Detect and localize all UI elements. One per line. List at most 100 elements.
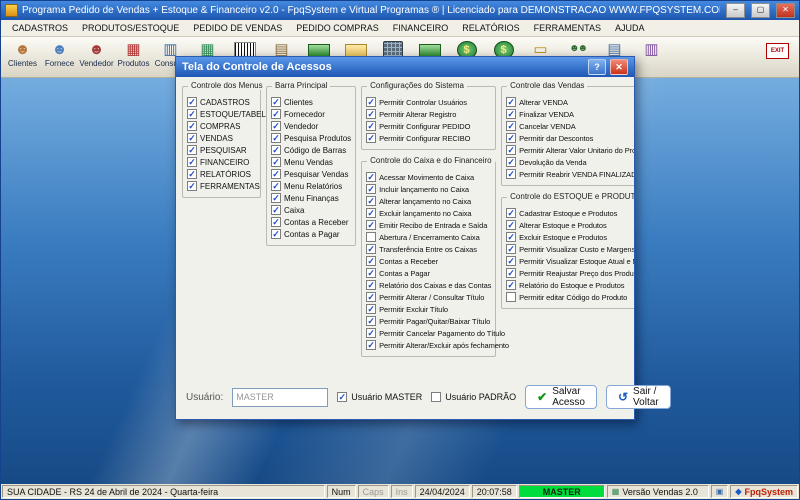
- checkbox-abertura-encerramento-caixa[interactable]: Abertura / Encerramento Caixa: [366, 232, 491, 242]
- checkbox-pesquisar[interactable]: ✓ PESQUISAR: [187, 145, 256, 155]
- clientes-icon: ☻: [14, 40, 31, 58]
- help-button[interactable]: ?: [588, 59, 606, 75]
- checkbox-financeiro[interactable]: ✓ FINANCEIRO: [187, 157, 256, 167]
- checkbox-permitir-configurar-recibo[interactable]: ✓ Permitir Configurar RECIBO: [366, 133, 491, 143]
- user-input[interactable]: [232, 387, 329, 407]
- toolbar-dinheiro[interactable]: [302, 39, 335, 57]
- checkbox-alterar-lancamento-no-caixa[interactable]: ✓ Alterar lançamento no Caixa: [366, 196, 491, 206]
- checkbox-box: ✓: [506, 231, 517, 242]
- checkbox-label: Permitir editar Código do Produto: [519, 292, 628, 302]
- checkbox-devolucao-da-venda[interactable]: ✓ Devolução da Venda: [506, 157, 634, 167]
- menu-pedido-de-vendas[interactable]: PEDIDO DE VENDAS: [186, 22, 289, 34]
- checkbox-box: ✓: [366, 339, 377, 350]
- checkbox-transferencia-entre-os-caixas[interactable]: ✓ Transferência Entre os Caixas: [366, 244, 491, 254]
- checkbox-label: Permitir Visualizar Estoque Atual e Mini…: [519, 256, 634, 266]
- toolbar-fornecedor[interactable]: ☻ Fornece: [43, 39, 76, 69]
- status-version-label: Versão Vendas 2.0: [622, 486, 698, 497]
- checkbox-cadastros[interactable]: ✓ CADASTROS: [187, 97, 256, 107]
- checkbox-finalizar-venda[interactable]: ✓ Finalizar VENDA: [506, 109, 634, 119]
- checkbox-caixa[interactable]: ✓ Caixa: [271, 205, 351, 215]
- checkbox-box: ✓: [506, 219, 517, 230]
- checkbox-permitir-reajustar-preco-dos-produtos[interactable]: ✓ Permitir Reajustar Preço dos Produtos: [506, 268, 634, 278]
- checkbox-codigo-de-barras[interactable]: ✓ Código de Barras: [271, 145, 351, 155]
- checkbox-permitir-controlar-usuarios[interactable]: ✓ Permitir Controlar Usuários: [366, 97, 491, 107]
- checkbox-vendedor[interactable]: ✓ Vendedor: [271, 121, 351, 131]
- checkbox-excluir-lancamento-no-caixa[interactable]: ✓ Excluir lançamento no Caixa: [366, 208, 491, 218]
- save-access-button[interactable]: ✔ Salvar Acesso: [525, 385, 597, 409]
- checkbox-pesquisa-produtos[interactable]: ✓ Pesquisa Produtos: [271, 133, 351, 143]
- checkbox-relatorio-do-estoque-e-produtos[interactable]: ✓ Relatório do Estoque e Produtos: [506, 280, 634, 290]
- checkbox-usuario-master[interactable]: ✓ Usuário MASTER: [337, 392, 422, 402]
- checkbox-excluir-estoque-e-produtos[interactable]: ✓ Excluir Estoque e Produtos: [506, 232, 634, 242]
- checkbox-alterar-estoque-e-produtos[interactable]: ✓ Alterar Estoque e Produtos: [506, 220, 634, 230]
- checkbox-pesquisar-vendas[interactable]: ✓ Pesquisar Vendas: [271, 169, 351, 179]
- checkbox-permitir-configurar-pedido[interactable]: ✓ Permitir Configurar PEDIDO: [366, 121, 491, 131]
- checkbox-permitir-editar-codigo-do-produto[interactable]: Permitir editar Código do Produto: [506, 292, 634, 302]
- checkbox-label: Permitir Cancelar Pagamento do Título: [379, 328, 505, 338]
- checkbox-contas-a-pagar[interactable]: ✓ Contas a Pagar: [271, 229, 351, 239]
- checkbox-alterar-venda[interactable]: ✓ Alterar VENDA: [506, 97, 634, 107]
- checkbox-incluir-lancamento-no-caixa[interactable]: ✓ Incluir lançamento no Caixa: [366, 184, 491, 194]
- checkbox-estoque-tabelas[interactable]: ✓ ESTOQUE/TABELAS: [187, 109, 277, 119]
- checkbox-clientes[interactable]: ✓ Clientes: [271, 97, 351, 107]
- checkbox-relatorio-dos-caixas-e-das-contas[interactable]: ✓ Relatório dos Caixas e das Contas: [366, 280, 491, 290]
- minimize-button[interactable]: –: [726, 3, 745, 18]
- menu-relatorios[interactable]: RELATÓRIOS: [455, 22, 526, 34]
- menu-ajuda[interactable]: AJUDA: [608, 22, 652, 34]
- checkbox-box: ✓: [366, 207, 377, 218]
- checkbox-permitir-cancelar-pagamento-do-titulo[interactable]: ✓ Permitir Cancelar Pagamento do Título: [366, 328, 505, 338]
- menu-ferramentas[interactable]: FERRAMENTAS: [527, 22, 608, 34]
- column-sistema-caixa: Configurações do Sistema ✓ Permitir Contro…: [361, 81, 509, 379]
- checkbox-contas-a-receber[interactable]: ✓ Contas a Receber: [366, 256, 491, 266]
- checkbox-usuario-padrao[interactable]: Usuário PADRÃO: [431, 392, 516, 402]
- dialog-close-button[interactable]: ✕: [610, 59, 628, 75]
- exit-button[interactable]: ↺ Sair / Voltar: [605, 385, 671, 409]
- checkbox-fornecedor[interactable]: ✓ Fornecedor: [271, 109, 351, 119]
- dialog-titlebar[interactable]: Tela do Controle de Acessos ? ✕: [176, 57, 634, 77]
- maximize-button[interactable]: ▢: [751, 3, 770, 18]
- checkbox-emitir-recibo-de-entrada-e-saida[interactable]: ✓ Emitir Recibo de Entrada e Saída: [366, 220, 491, 230]
- checkbox-vendas[interactable]: ✓ VENDAS: [187, 133, 256, 143]
- group-controle-das-vendas: Controle das Vendas ✓ Alterar VENDA ✓ Finali…: [501, 81, 634, 186]
- menu-financeiro[interactable]: FINANCEIRO: [386, 22, 456, 34]
- checkbox-contas-a-pagar[interactable]: ✓ Contas a Pagar: [366, 268, 491, 278]
- toolbar-vendedor[interactable]: ☻ Vendedor: [79, 39, 113, 69]
- checkbox-box: ✓: [187, 156, 197, 167]
- checkbox-permitir-excluir-titulo[interactable]: ✓ Permitir Excluir Título: [366, 304, 491, 314]
- checkbox-permitir-dar-descontos[interactable]: ✓ Permitir dar Descontos: [506, 133, 634, 143]
- toolbar-relatorios[interactable]: ▥: [635, 39, 668, 59]
- checkbox-cancelar-venda[interactable]: ✓ Cancelar VENDA: [506, 121, 634, 131]
- checkbox-permitir-alterar-consultar-titulo[interactable]: ✓ Permitir Alterar / Consultar Título: [366, 292, 491, 302]
- checkbox-box: ✓: [366, 96, 377, 107]
- checkbox-ferramentas[interactable]: ✓ FERRAMENTAS: [187, 181, 260, 191]
- checkbox-contas-a-receber[interactable]: ✓ Contas a Receber: [271, 217, 351, 227]
- checkbox-permitir-alterar-registro[interactable]: ✓ Permitir Alterar Registro: [366, 109, 491, 119]
- checkbox-relatorios[interactable]: ✓ RELATÓRIOS: [187, 169, 256, 179]
- checkbox-permitir-alterar-excluir-apos-fechamento[interactable]: ✓ Permitir Alterar/Excluir após fechament…: [366, 339, 509, 350]
- checkbox-permitir-alterar-valor-unitario-do-produto[interactable]: ✓Permitir Alterar Valor Unitario do Prod…: [506, 145, 634, 155]
- toolbar-clientes[interactable]: ☻ Clientes: [6, 39, 39, 69]
- checkbox-box: ✓: [187, 144, 197, 155]
- checkbox-permitir-pagar-quitar-baixar-titulo[interactable]: ✓ Permitir Pagar/Quitar/Baixar Título: [366, 316, 491, 326]
- relatorios-icon: ▥: [644, 40, 659, 58]
- checkbox-cadastrar-estoque-e-produtos[interactable]: ✓ Cadastrar Estoque e Produtos: [506, 208, 634, 218]
- checkbox-label: Permitir Configurar RECIBO: [379, 133, 471, 143]
- checkbox-label: Vendedor: [284, 121, 319, 131]
- checkbox-permitir-visualizar-custo-e-margens[interactable]: ✓ Permitir Visualizar Custo e Margens: [506, 244, 634, 254]
- checkbox-box: ✓: [506, 243, 517, 254]
- toolbar-produtos[interactable]: ▦ Produtos: [117, 39, 150, 69]
- checkbox-acessar-movimento-de-caixa[interactable]: ✓ Acessar Movimento de Caixa: [366, 172, 491, 182]
- checkbox-permitir-reabrir-venda-finalizada[interactable]: ✓ Permitir Reabrir VENDA FINALIZADA: [506, 169, 634, 179]
- close-button[interactable]: ✕: [776, 3, 795, 18]
- toolbar-movimento-caixa[interactable]: [413, 39, 446, 57]
- checkbox-menu-vendas[interactable]: ✓ Menu Vendas: [271, 157, 351, 167]
- checkbox-box: ✓: [271, 96, 281, 107]
- checkbox-compras[interactable]: ✓ COMPRAS: [187, 121, 256, 131]
- checkbox-permitir-visualizar-estoque-atual-e-minimo[interactable]: ✓Permitir Visualizar Estoque Atual e Min…: [506, 256, 634, 266]
- toolbar-sair[interactable]: EXIT: [761, 39, 794, 59]
- menu-pedido-compras[interactable]: PEDIDO COMPRAS: [289, 22, 386, 34]
- menu-cadastros[interactable]: CADASTROS: [5, 22, 75, 34]
- checkbox-menu-relatorios[interactable]: ✓ Menu Relatórios: [271, 181, 351, 191]
- checkbox-menu-financas[interactable]: ✓ Menu Finanças: [271, 193, 351, 203]
- menu-produtos-estoque[interactable]: PRODUTOS/ESTOQUE: [75, 22, 186, 34]
